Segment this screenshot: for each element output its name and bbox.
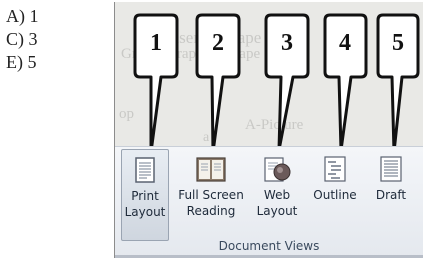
web-layout-label-2: Layout <box>256 204 298 218</box>
full-screen-reading-button[interactable]: Full Screen Reading <box>175 149 247 239</box>
print-layout-button[interactable]: Print Layout <box>121 149 169 241</box>
print-layout-label-1: Print <box>131 189 159 203</box>
outline-icon <box>324 156 346 182</box>
option-c: C) 3 <box>6 29 38 49</box>
print-layout-icon <box>135 157 155 183</box>
web-layout-icon <box>264 157 291 182</box>
callout-number-2: 2 <box>212 30 224 56</box>
full-screen-reading-label-2: Reading <box>186 204 236 218</box>
full-screen-reading-label-1: Full Screen <box>178 188 244 202</box>
answer-options: A) 1 C) 3 E) 5 <box>6 4 39 73</box>
print-layout-label-2: Layout <box>124 205 166 219</box>
draft-icon <box>380 156 402 182</box>
callout-number-5: 5 <box>392 30 404 56</box>
ribbon-bottom-border <box>115 255 423 258</box>
callout-number-3: 3 <box>281 30 293 56</box>
option-a: A) 1 <box>6 6 39 26</box>
draft-button[interactable]: Draft <box>369 149 413 239</box>
word-ribbon-screenshot: Insert a Shape from Graph, Graph or Shap… <box>114 2 423 258</box>
document-views-label: Document Views <box>218 239 320 253</box>
outline-label: Outline <box>313 188 357 202</box>
web-layout-button[interactable]: Web Layout <box>255 149 299 239</box>
callout-number-1: 1 <box>150 30 162 56</box>
callout-number-4: 4 <box>339 30 351 56</box>
draft-label: Draft <box>375 188 407 202</box>
web-layout-label-1: Web <box>263 188 291 202</box>
document-views-group: Print Layout Full Screen Reading Web Lay… <box>115 146 423 258</box>
outline-button[interactable]: Outline <box>307 149 363 239</box>
full-screen-reading-icon <box>196 157 226 182</box>
option-e: E) 5 <box>6 52 37 72</box>
